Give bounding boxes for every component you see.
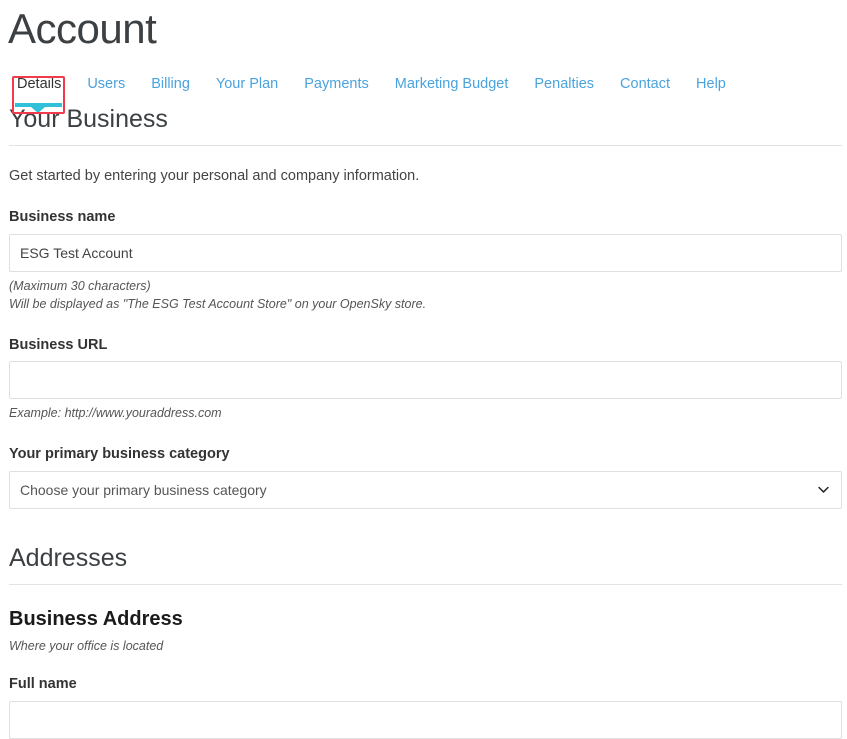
business-address-caption: Where your office is located bbox=[9, 639, 839, 653]
tab-your-plan[interactable]: Your Plan bbox=[203, 74, 291, 94]
tab-help[interactable]: Help bbox=[683, 74, 739, 94]
active-tab-caret-icon bbox=[31, 107, 45, 113]
business-name-help-line1: (Maximum 30 characters) bbox=[9, 278, 839, 296]
tab-contact[interactable]: Contact bbox=[607, 74, 683, 94]
business-category-label: Your primary business category bbox=[9, 445, 839, 464]
business-url-input[interactable] bbox=[9, 361, 842, 399]
business-address-title: Business Address bbox=[9, 607, 839, 631]
page-title: Account bbox=[8, 0, 839, 50]
tab-marketing-budget[interactable]: Marketing Budget bbox=[382, 74, 522, 94]
business-url-help-line1: Example: http://www.youraddress.com bbox=[9, 405, 839, 423]
full-name-label: Full name bbox=[9, 675, 839, 694]
your-business-heading: Your Business bbox=[9, 104, 839, 134]
tab-payments[interactable]: Payments bbox=[291, 74, 381, 94]
account-page: Account Details Users Billing Your Plan … bbox=[0, 0, 847, 727]
business-category-select[interactable]: Choose your primary business category bbox=[9, 471, 842, 509]
your-business-intro: Get started by entering your personal an… bbox=[9, 166, 839, 186]
business-name-input[interactable] bbox=[9, 234, 842, 272]
addresses-heading: Addresses bbox=[9, 543, 839, 573]
account-tabs: Details Users Billing Your Plan Payments… bbox=[8, 74, 839, 104]
addresses-divider bbox=[9, 584, 842, 585]
tab-users[interactable]: Users bbox=[74, 74, 138, 94]
business-url-label: Business URL bbox=[9, 336, 839, 355]
business-name-help: (Maximum 30 characters) Will be displaye… bbox=[9, 278, 839, 314]
business-name-label: Business name bbox=[9, 208, 839, 227]
tab-penalties[interactable]: Penalties bbox=[521, 74, 607, 94]
tab-details[interactable]: Details bbox=[8, 74, 74, 94]
addresses-section: Addresses Business Address Where your of… bbox=[8, 543, 839, 739]
business-url-help: Example: http://www.youraddress.com bbox=[9, 405, 839, 423]
business-name-help-line2: Will be displayed as "The ESG Test Accou… bbox=[9, 296, 839, 314]
section-divider bbox=[9, 145, 842, 146]
tab-billing[interactable]: Billing bbox=[138, 74, 203, 94]
business-category-select-wrap: Choose your primary business category bbox=[9, 471, 842, 509]
full-name-input[interactable] bbox=[9, 701, 842, 739]
your-business-section: Your Business Get started by entering yo… bbox=[8, 104, 839, 509]
